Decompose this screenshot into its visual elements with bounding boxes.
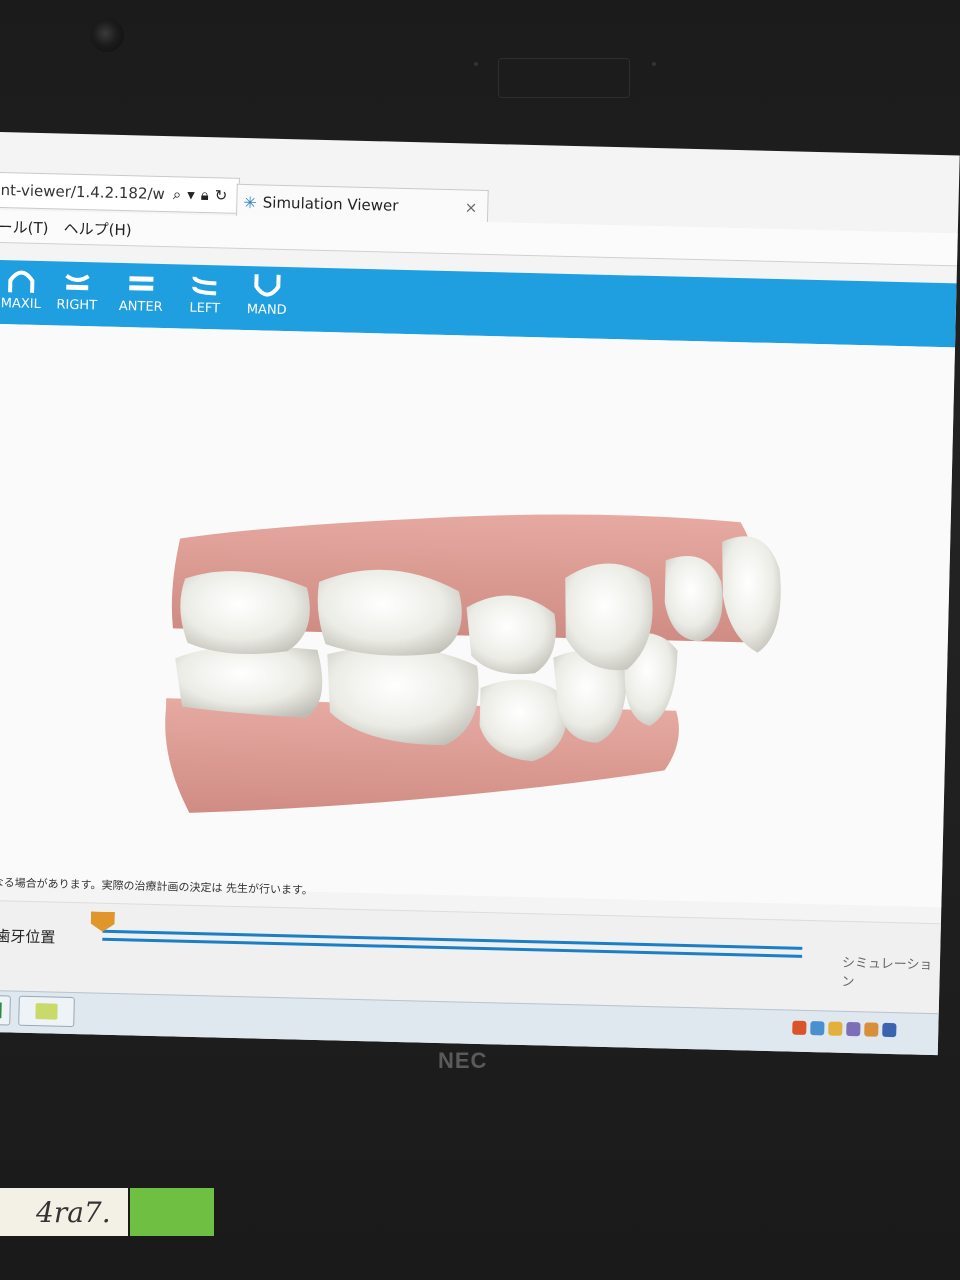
3d-model-viewport[interactable] [0,323,956,908]
site-icon: ✳ [243,192,257,212]
left-view-button[interactable]: LEFT [173,264,237,329]
laptop-screen: nt-viewer/1.4.2.182/w ⌕ ▾ 🔒︎ ↻ ✳ Simulat… [0,132,960,1056]
upper-premolar [466,595,556,675]
lock-icon: 🔒︎ [200,185,209,205]
left-label: LEFT [189,300,221,317]
right-label: RIGHT [56,297,98,314]
anterior-view-icon [129,276,154,291]
tray-icon[interactable] [882,1022,897,1038]
tray-icon[interactable] [828,1021,843,1036]
timeline-end-label: シミュレーション [841,955,933,991]
laptop-brand-logo: NEC [438,1048,488,1073]
mandibular-arch-icon [254,274,281,297]
timeline-slider-thumb[interactable] [90,911,114,932]
maxil-label: MAXIL [0,296,42,313]
green-tape [130,1188,214,1236]
upper-molar [180,571,310,655]
dropdown-icon[interactable]: ▾ [187,186,195,204]
dental-model-render [165,514,781,813]
anter-view-button[interactable]: ANTER [109,263,173,328]
search-icon[interactable]: ⌕ [173,185,182,203]
mand-view-button[interactable]: MAND [235,266,299,331]
menu-tools[interactable]: ール(T) [0,216,49,238]
tray-icon[interactable] [810,1021,825,1036]
address-bar[interactable]: nt-viewer/1.4.2.182/w ⌕ ▾ 🔒︎ ↻ [0,171,240,214]
lower-molar [175,646,323,718]
excel-taskbar-icon[interactable] [0,994,11,1026]
app-taskbar-icon[interactable] [18,995,75,1028]
url-text: nt-viewer/1.4.2.182/w [0,181,166,204]
handwritten-sticker: 4ra7. [0,1188,128,1236]
maxillary-arch-icon [8,270,35,293]
tray-icon[interactable] [792,1020,807,1035]
sensor-dot [652,62,656,66]
tray-icon[interactable] [846,1021,861,1037]
webcam-icon [90,18,124,52]
close-tab-icon[interactable]: × [464,198,477,216]
right-view-button[interactable]: RIGHT [45,261,109,326]
refresh-icon[interactable]: ↻ [215,186,228,204]
sensor-window [498,58,630,98]
mand-label: MAND [246,302,287,319]
anter-label: ANTER [118,298,163,316]
right-view-icon [65,274,90,291]
menu-help[interactable]: ヘルプ(H) [63,218,131,241]
tray-icon[interactable] [864,1022,879,1037]
left-view-icon [192,276,217,296]
sensor-dot [474,62,478,66]
tab-title: Simulation Viewer [262,193,399,215]
timeline-start-label: の歯牙位置 [0,926,56,947]
